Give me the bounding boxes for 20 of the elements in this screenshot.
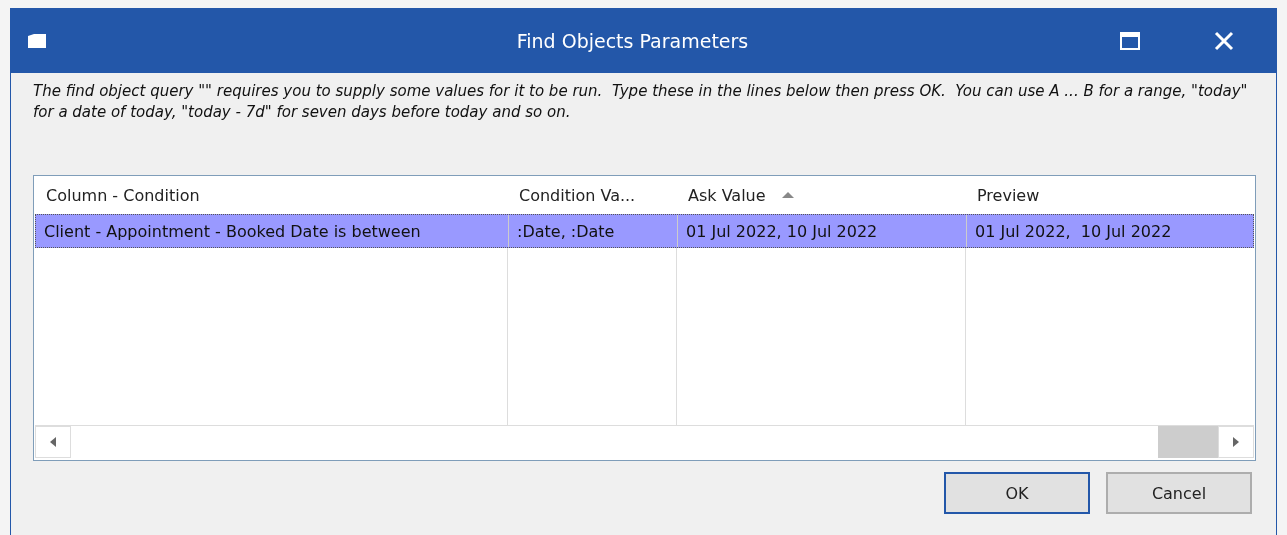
column-header[interactable]: Preview [965,176,1255,214]
folder-icon [27,33,47,49]
scroll-right-icon[interactable] [1233,437,1239,447]
table-cell: Client - Appointment - Booked Date is between [36,215,509,247]
dialog-button[interactable]: OK [944,472,1090,514]
maximize-icon [1120,32,1140,50]
table-row[interactable]: Client - Appointment - Booked Date is between :Date, :Date 01 Jul 2022, 10 Jul 2022 01 Jul 2022, 10 Jul 2022 [35,214,1254,248]
window-title: Find Objects Parameters [515,30,750,52]
close-icon [1214,31,1234,51]
table-cell-text: 01 Jul 2022, 10 Jul 2022 [974,220,1173,243]
scroll-left-icon[interactable] [50,437,56,447]
dialog-button[interactable]: Cancel [1106,472,1252,514]
scroll-thumb[interactable] [1158,426,1218,458]
column-header[interactable]: Column - Condition [34,176,507,214]
column-header[interactable]: Condition Va... [507,176,676,214]
table-cell: 01 Jul 2022, 10 Jul 2022 [678,215,967,247]
instructions-text: The find object query "" requires you to supply some values for it to be run. Type these in the lines below then press OK. You can use A ... B for a range, "today" for a date of today, "today - 7d" for seven days before today and so on. [33,81,1249,123]
horizontal-scrollbar[interactable] [35,425,1254,458]
table-cell: :Date, :Date [509,215,678,247]
column-header[interactable]: Ask Value [676,176,965,214]
